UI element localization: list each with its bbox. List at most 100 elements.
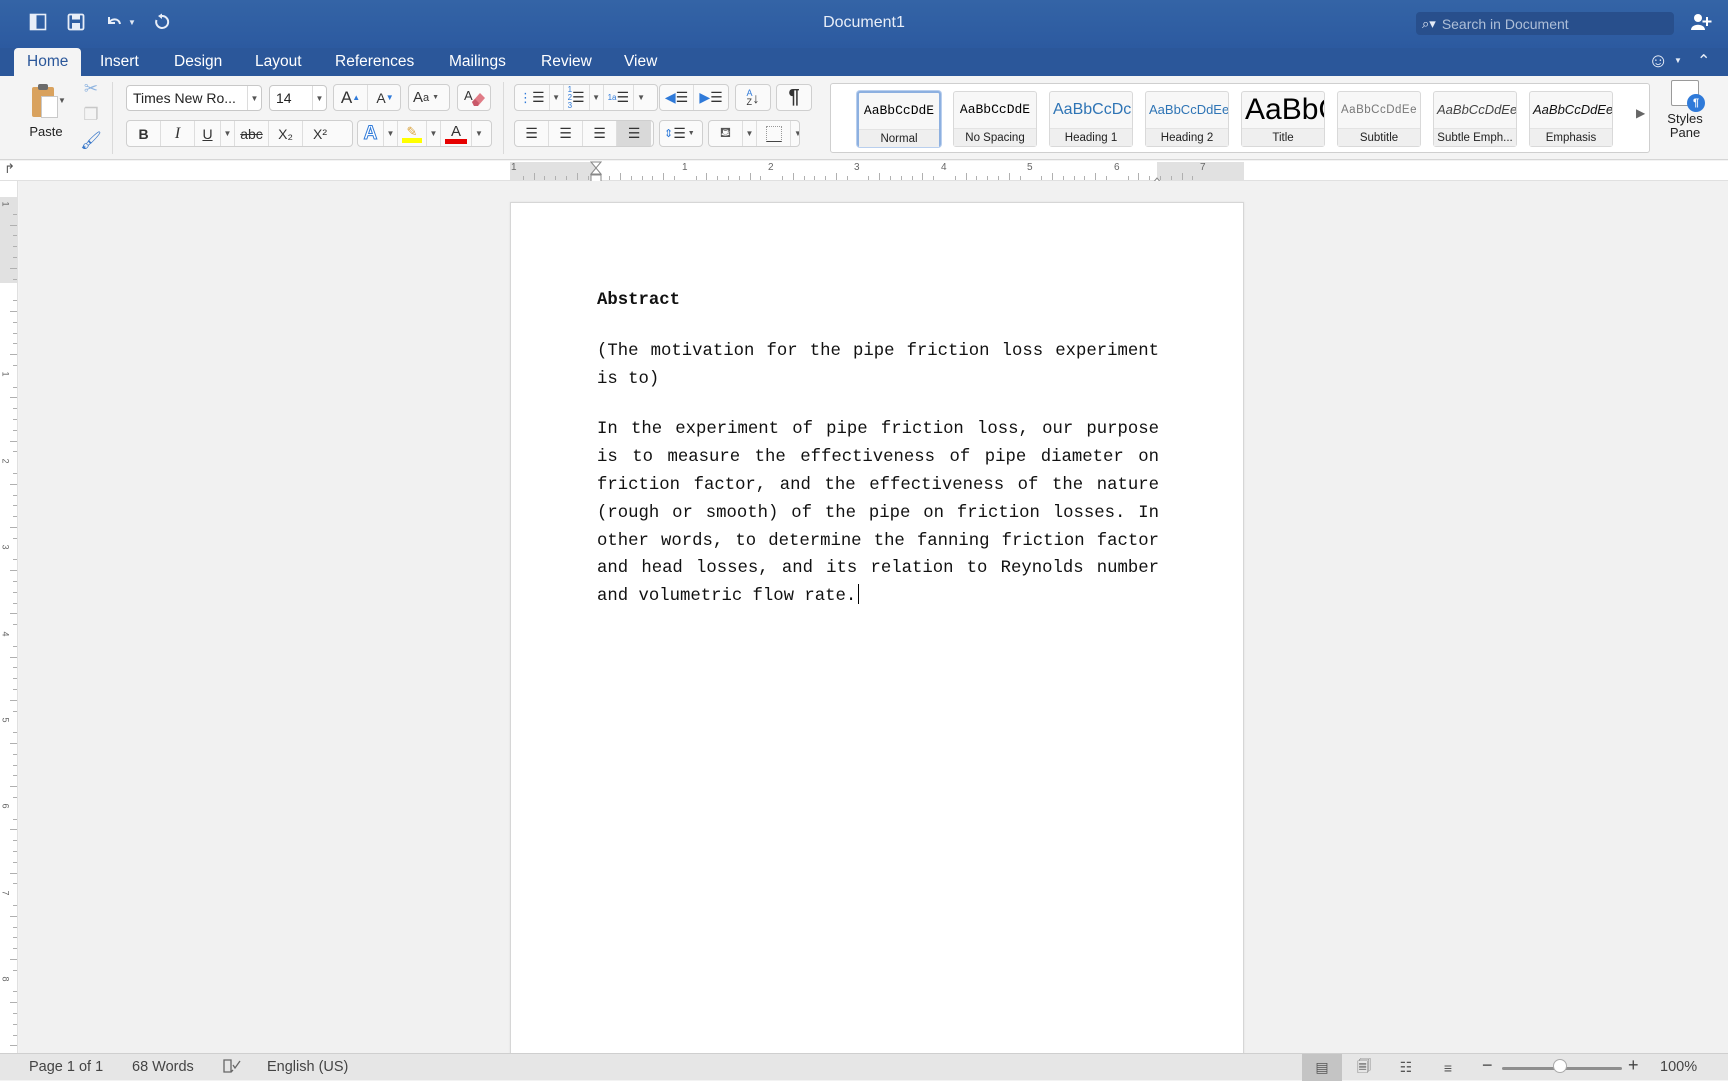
font-name-select[interactable]: Times New Ro... ▼	[126, 85, 262, 111]
line-spacing-button[interactable]: ⇕ ☰ ▼	[659, 120, 703, 147]
share-add-person-icon[interactable]	[1690, 12, 1712, 37]
borders-dropdown-icon[interactable]: ▼	[791, 121, 799, 146]
cut-icon[interactable]: ✂	[84, 80, 98, 98]
document-page[interactable]: Abstract (The motivation for the pipe fr…	[510, 202, 1244, 1062]
highlight-button[interactable]: ✎	[398, 121, 427, 146]
style-subtitle[interactable]: AaBbCcDdEe Subtitle	[1337, 91, 1421, 147]
ruler-tick	[13, 300, 17, 302]
style-label: Normal	[859, 129, 939, 147]
paste-button[interactable]: Paste	[16, 84, 76, 139]
feedback-dropdown-icon[interactable]: ▼	[1674, 56, 1682, 65]
copy-icon[interactable]: ❐	[83, 106, 98, 124]
ruler-tick	[782, 176, 783, 180]
change-case-button[interactable]: Aa ▼	[408, 84, 450, 111]
zoom-out-button[interactable]: −	[1482, 1055, 1493, 1076]
style-emphasis[interactable]: AaBbCcDdEe Emphasis	[1529, 91, 1613, 147]
highlight-dropdown-icon[interactable]: ▼	[427, 121, 441, 146]
sort-button[interactable]: A Z ↓	[735, 84, 771, 111]
tab-review[interactable]: Review	[528, 48, 605, 76]
style-normal[interactable]: AaBbCcDdE Normal	[857, 91, 941, 147]
feedback-smiley-icon[interactable]: ☺	[1648, 50, 1668, 73]
tab-view[interactable]: View	[611, 48, 670, 76]
font-color-button[interactable]: A	[441, 121, 472, 146]
bullets-button[interactable]: ⋮ ☰	[515, 85, 550, 110]
tab-layout[interactable]: Layout	[242, 48, 315, 76]
decrease-indent-button[interactable]: ◀ ☰	[660, 85, 694, 110]
bullets-dropdown-icon[interactable]: ▼	[550, 85, 564, 110]
font-color-dropdown-icon[interactable]: ▼	[472, 121, 486, 146]
increase-indent-button[interactable]: ▶ ☰	[694, 85, 728, 110]
multilevel-list-button[interactable]: 1a ☰	[604, 85, 635, 110]
tab-home[interactable]: Home	[14, 48, 82, 76]
tab-stop-selector-icon[interactable]: ↱	[4, 161, 15, 177]
show-formatting-button[interactable]: ¶	[776, 84, 812, 111]
shrink-font-button[interactable]: A ▼	[368, 85, 400, 110]
collapse-ribbon-icon[interactable]: ⌃	[1697, 51, 1710, 71]
page-count[interactable]: Page 1 of 1	[29, 1059, 103, 1075]
gallery-next-icon[interactable]: ▶	[1636, 106, 1645, 120]
clear-formatting-button[interactable]: A	[457, 84, 491, 111]
tab-mailings[interactable]: Mailings	[436, 48, 519, 76]
document-body[interactable]: Abstract (The motivation for the pipe fr…	[597, 287, 1159, 634]
borders-button[interactable]	[757, 121, 791, 146]
tab-design[interactable]: Design	[161, 48, 235, 76]
superscript-button[interactable]: X²	[303, 121, 337, 146]
text-effects-dropdown-icon[interactable]: ▼	[384, 121, 398, 146]
ruler-tick	[13, 678, 17, 680]
font-size-select[interactable]: 14 ▼	[269, 85, 327, 111]
style-sample: AaBbCcDdEe	[1149, 102, 1228, 117]
subscript-button[interactable]: X₂	[269, 121, 303, 146]
numbering-button[interactable]: 1 2 3 ☰	[564, 85, 590, 110]
zoom-in-button[interactable]: +	[1628, 1055, 1639, 1076]
numbering-dropdown-icon[interactable]: ▼	[590, 85, 604, 110]
ruler-tick	[738, 176, 740, 180]
shading-dropdown-icon[interactable]: ▼	[743, 121, 757, 146]
paint-bucket-icon: ⛾	[719, 124, 732, 140]
styles-pane-button[interactable]: ¶ Styles Pane	[1655, 80, 1715, 140]
line-spacing-icon: ⇕ ☰ ▼	[664, 125, 695, 141]
paste-dropdown-icon[interactable]: ▼	[58, 96, 66, 105]
format-painter-icon[interactable]: 🖌	[80, 132, 102, 150]
style-no-spacing[interactable]: AaBbCcDdE No Spacing	[953, 91, 1037, 147]
grow-font-button[interactable]: A ▲	[334, 85, 368, 110]
draft-view-button[interactable]: ≡	[1428, 1054, 1468, 1081]
change-case-icon: Aa ▼	[413, 89, 440, 106]
ruler-tick	[13, 797, 17, 798]
ruler-tick	[13, 419, 17, 420]
outline-view-button[interactable]: ☷	[1386, 1054, 1426, 1081]
ruler-tick	[998, 176, 999, 180]
style-heading-1[interactable]: AaBbCcDc Heading 1	[1049, 91, 1133, 147]
align-left-button[interactable]: ☰	[515, 121, 549, 146]
tab-references[interactable]: References	[322, 48, 427, 76]
print-layout-view-button[interactable]: ▤	[1302, 1054, 1342, 1081]
font-size-adjust-group: A ▲ A ▼	[333, 84, 401, 111]
style-heading-2[interactable]: AaBbCcDdEe Heading 2	[1145, 91, 1229, 147]
web-layout-view-button[interactable]: 🗐	[1344, 1054, 1384, 1081]
zoom-slider-thumb[interactable]	[1553, 1059, 1567, 1073]
multilevel-dropdown-icon[interactable]: ▼	[634, 85, 648, 110]
underline-button[interactable]: U	[195, 121, 221, 146]
vertical-ruler[interactable]: 1 1 2 3 4 5 6 7 8	[0, 181, 18, 1058]
tab-insert[interactable]: Insert	[87, 48, 152, 76]
proofing-book-icon[interactable]	[222, 1058, 242, 1078]
word-count[interactable]: 68 Words	[132, 1059, 194, 1075]
ruler-number: 1	[511, 162, 517, 173]
search-in-document[interactable]: ⌕▾ Search in Document	[1416, 12, 1674, 35]
align-right-button[interactable]: ☰	[583, 121, 617, 146]
text-effects-button[interactable]: A	[358, 121, 384, 146]
ruler-tick	[13, 559, 17, 561]
align-right-icon: ☰	[593, 125, 606, 141]
style-title[interactable]: AaBbC Title	[1241, 91, 1325, 147]
ruler-tick	[900, 176, 902, 180]
horizontal-ruler[interactable]: 1 1 2 3 4 5 6 7	[510, 162, 1244, 180]
justify-button[interactable]: ☰	[617, 121, 651, 146]
italic-button[interactable]: I	[161, 121, 195, 146]
strikethrough-button[interactable]: abc	[235, 121, 269, 146]
style-subtle-emphasis[interactable]: AaBbCcDdEe Subtle Emph...	[1433, 91, 1517, 147]
zoom-level[interactable]: 100%	[1660, 1059, 1697, 1075]
align-center-button[interactable]: ☰	[549, 121, 583, 146]
underline-dropdown-icon[interactable]: ▼	[221, 121, 235, 146]
bold-button[interactable]: B	[127, 121, 161, 146]
shading-button[interactable]: ⛾	[709, 121, 743, 146]
language-indicator[interactable]: English (US)	[267, 1059, 348, 1075]
